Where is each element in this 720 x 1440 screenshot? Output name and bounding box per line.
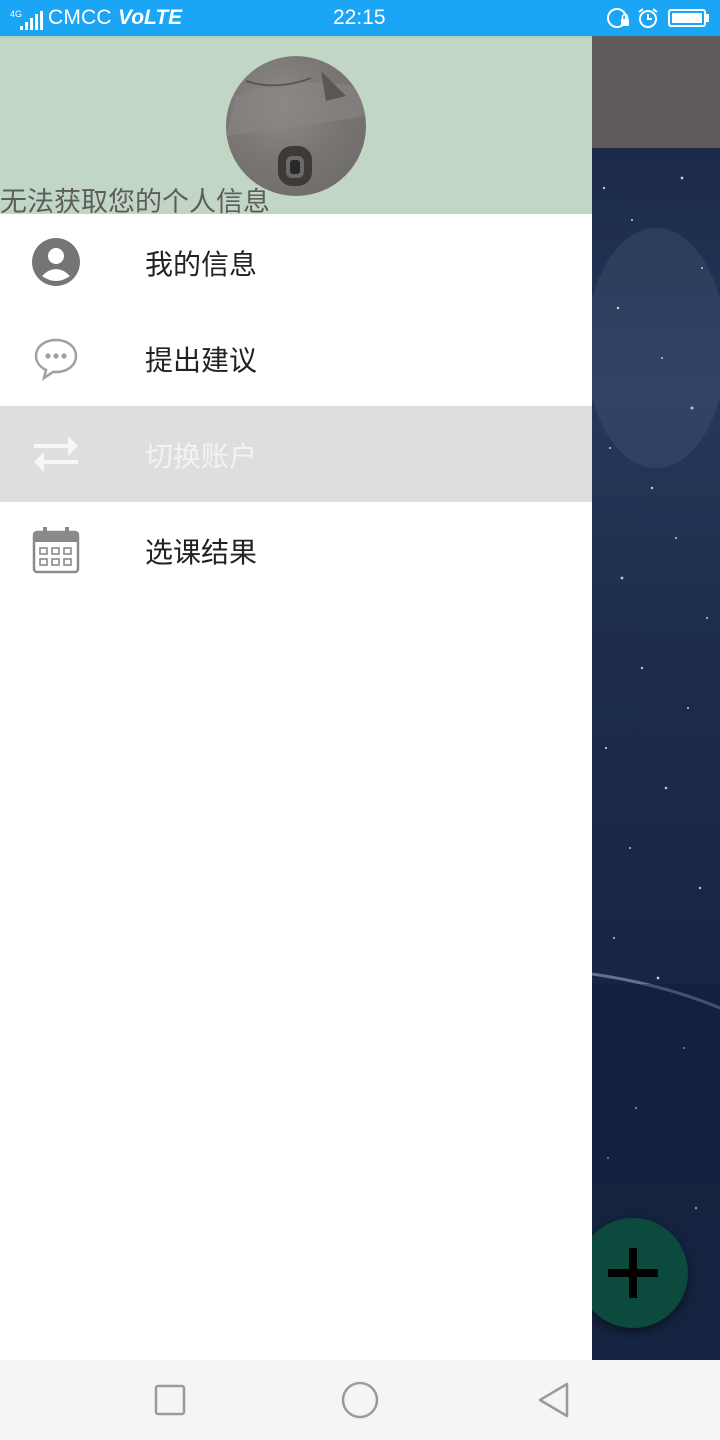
menu-item-label: 提出建议 (145, 344, 258, 377)
back-icon[interactable] (534, 1380, 574, 1420)
navigation-drawer: 无法获取您的个人信息 我的信息 提出建议 切换账户 选课结果 (0, 36, 592, 1360)
network-type-label: 4G (10, 9, 22, 19)
menu-item-label: 切换账户 (145, 440, 258, 473)
menu-item-feedback[interactable]: 提出建议 (0, 310, 592, 406)
drawer-header: 无法获取您的个人信息 (0, 36, 592, 218)
volte-label: VoLTE (118, 6, 183, 29)
menu-item-my-info[interactable]: 我的信息 (0, 214, 592, 310)
menu-item-label: 选课结果 (145, 536, 258, 569)
carrier-label: CMCC (48, 6, 112, 29)
screen: 4G CMCC VoLTE 22:15 无法获取您的个人信息 我的信息 提出建议… (0, 0, 720, 1440)
starfield-image (592, 176, 720, 1360)
home-icon[interactable] (340, 1380, 380, 1420)
clock: 22:15 (333, 6, 386, 29)
avatar-photo (226, 71, 366, 186)
menu-item-label: 我的信息 (145, 248, 258, 281)
status-bar: 4G CMCC VoLTE 22:15 (0, 0, 720, 36)
drawer-menu: 我的信息 提出建议 切换账户 选课结果 (0, 214, 592, 598)
calendar-icon (32, 527, 80, 574)
alarm-icon (638, 8, 658, 28)
background-toolbar (592, 36, 720, 148)
menu-item-switch-account[interactable]: 切换账户 (0, 406, 592, 502)
plus-icon (608, 1248, 658, 1298)
system-nav-bar (0, 1360, 720, 1440)
avatar[interactable] (226, 56, 366, 196)
rotation-lock-icon (607, 8, 629, 28)
background-image (592, 148, 720, 1360)
chat-bubble-icon (34, 338, 78, 381)
account-circle-icon (32, 238, 80, 286)
background-app (592, 36, 720, 1360)
swap-arrows-icon (34, 436, 78, 472)
signal-icon: 4G (10, 9, 43, 30)
add-fab-button[interactable] (578, 1218, 688, 1328)
battery-icon (668, 9, 709, 27)
recent-apps-icon[interactable] (150, 1380, 190, 1420)
menu-item-course-results[interactable]: 选课结果 (0, 502, 592, 598)
